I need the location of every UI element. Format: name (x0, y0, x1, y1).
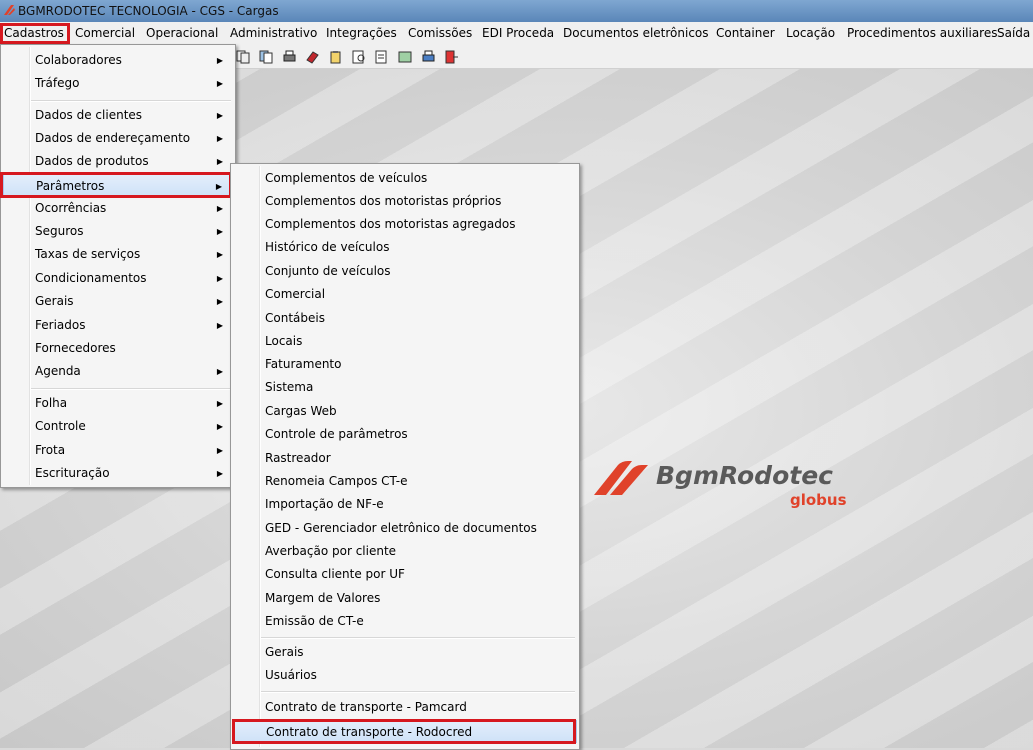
submenu-item-contabeis[interactable]: Contábeis (233, 307, 577, 330)
menu-item-fornecedores[interactable]: Fornecedores (3, 337, 233, 360)
submenu-arrow-icon: ▶ (216, 274, 223, 283)
submenu-arrow-icon: ▶ (216, 422, 223, 431)
submenu-arrow-icon: ▶ (216, 56, 223, 65)
submenu-item-consulta-cliente-uf[interactable]: Consulta cliente por UF (233, 563, 577, 586)
cadastros-menu: Colaboradores ▶ Tráfego ▶ Dados de cliente… (0, 44, 236, 488)
menu-cadastros[interactable]: Cadastros (4, 25, 64, 41)
menu-item-parametros[interactable]: Parâmetros ▶ (3, 174, 233, 197)
menu-item-gerais[interactable]: Gerais ▶ (3, 290, 233, 313)
menu-item-frota[interactable]: Frota ▶ (3, 439, 233, 462)
pages-icon[interactable] (259, 50, 274, 64)
eraser-icon[interactable] (305, 50, 320, 64)
bgmrodotec-logo: BgmRodotec globus (592, 459, 847, 509)
menu-separator (31, 388, 231, 390)
logo-swoosh-icon (594, 461, 648, 495)
menu-comissoes[interactable]: Comissões (408, 25, 472, 41)
submenu-item-margem-valores[interactable]: Margem de Valores (233, 587, 577, 610)
menu-item-seguros[interactable]: Seguros ▶ (3, 220, 233, 243)
printer-blue-icon[interactable] (421, 50, 436, 64)
submenu-item-contrato-rodocred[interactable]: Contrato de transporte - Rodocred (233, 720, 577, 743)
menu-item-controle[interactable]: Controle ▶ (3, 415, 233, 438)
menu-integracoes[interactable]: Integrações (326, 25, 397, 41)
exit-icon[interactable] (444, 50, 459, 64)
copy-icon[interactable] (236, 50, 251, 64)
menu-edi-proceda[interactable]: EDI Proceda (482, 25, 554, 41)
submenu-item-comercial[interactable]: Comercial (233, 283, 577, 306)
menu-bar: Cadastros Comercial Operacional Administ… (0, 22, 1033, 45)
submenu-arrow-icon: ▶ (216, 297, 223, 306)
submenu-item-locais[interactable]: Locais (233, 330, 577, 353)
menu-item-condicionamentos[interactable]: Condicionamentos ▶ (3, 267, 233, 290)
menu-procedimentos-auxiliares[interactable]: Procedimentos auxiliares (847, 25, 997, 41)
menu-saida[interactable]: Saída (997, 25, 1030, 41)
menu-separator (261, 637, 575, 639)
submenu-arrow-icon: ▶ (216, 367, 223, 376)
menu-item-ocorrencias[interactable]: Ocorrências ▶ (3, 197, 233, 220)
submenu-arrow-icon: ▶ (216, 469, 223, 478)
submenu-item-contrato-pamcard[interactable]: Contrato de transporte - Pamcard (233, 696, 577, 719)
menu-item-folha[interactable]: Folha ▶ (3, 392, 233, 415)
menu-item-dados-clientes[interactable]: Dados de clientes ▶ (3, 104, 233, 127)
submenu-arrow-icon: ▶ (216, 79, 223, 88)
image-icon[interactable] (398, 50, 413, 64)
submenu-item-faturamento[interactable]: Faturamento (233, 353, 577, 376)
menu-item-escrituracao[interactable]: Escrituração ▶ (3, 462, 233, 485)
submenu-arrow-icon: ▶ (216, 446, 223, 455)
submenu-arrow-icon: ▶ (215, 182, 222, 191)
submenu-arrow-icon: ▶ (216, 204, 223, 213)
menu-administrativo[interactable]: Administrativo (230, 25, 317, 41)
parametros-submenu: Complementos de veículos Complementos do… (230, 163, 580, 750)
preview-icon[interactable] (352, 50, 367, 64)
menu-item-trafego[interactable]: Tráfego ▶ (3, 72, 233, 95)
submenu-item-complementos-veiculos[interactable]: Complementos de veículos (233, 167, 577, 190)
menu-item-dados-produtos[interactable]: Dados de produtos ▶ (3, 150, 233, 173)
menu-separator (261, 691, 575, 693)
logo-brand-text: BgmRodotec (656, 461, 833, 490)
submenu-item-renomeia-campos[interactable]: Renomeia Campos CT-e (233, 470, 577, 493)
submenu-item-usuarios[interactable]: Usuários (233, 664, 577, 687)
submenu-item-controle-parametros[interactable]: Controle de parâmetros (233, 423, 577, 446)
submenu-item-averbacao-cliente[interactable]: Averbação por cliente (233, 540, 577, 563)
submenu-item-motoristas-agregados[interactable]: Complementos dos motoristas agregados (233, 213, 577, 236)
submenu-item-gerais[interactable]: Gerais (233, 641, 577, 664)
title-bar: BGMRODOTEC TECNOLOGIA - CGS - Cargas (0, 0, 1033, 22)
logo-sub-text: globus (790, 491, 847, 509)
submenu-item-ged[interactable]: GED - Gerenciador eletrônico de document… (233, 517, 577, 540)
menu-comercial[interactable]: Comercial (75, 25, 135, 41)
submenu-arrow-icon: ▶ (216, 157, 223, 166)
menu-documentos-eletronicos[interactable]: Documentos eletrônicos (563, 25, 709, 41)
submenu-item-conjunto-veiculos[interactable]: Conjunto de veículos (233, 260, 577, 283)
app-logo-icon (4, 5, 15, 15)
submenu-item-emissao-cte[interactable]: Emissão de CT-e (233, 610, 577, 633)
menu-separator (31, 100, 231, 102)
menu-item-dados-enderecamento[interactable]: Dados de endereçamento ▶ (3, 127, 233, 150)
report-icon[interactable] (375, 50, 390, 64)
submenu-item-rastreador[interactable]: Rastreador (233, 447, 577, 470)
submenu-item-cargas-web[interactable]: Cargas Web (233, 400, 577, 423)
submenu-item-sistema[interactable]: Sistema (233, 376, 577, 399)
submenu-arrow-icon: ▶ (216, 250, 223, 259)
menu-locacao[interactable]: Locação (786, 25, 835, 41)
menu-item-feriados[interactable]: Feriados ▶ (3, 314, 233, 337)
submenu-arrow-icon: ▶ (216, 321, 223, 330)
menu-item-agenda[interactable]: Agenda ▶ (3, 360, 233, 383)
clipboard-icon[interactable] (328, 50, 343, 64)
menu-container[interactable]: Container (716, 25, 775, 41)
window-title: BGMRODOTEC TECNOLOGIA - CGS - Cargas (18, 4, 279, 18)
submenu-arrow-icon: ▶ (216, 227, 223, 236)
menu-item-taxas-servicos[interactable]: Taxas de serviços ▶ (3, 243, 233, 266)
menu-operacional[interactable]: Operacional (146, 25, 218, 41)
submenu-arrow-icon: ▶ (216, 134, 223, 143)
submenu-item-importacao-nfe[interactable]: Importação de NF-e (233, 493, 577, 516)
print-icon[interactable] (282, 50, 297, 64)
submenu-arrow-icon: ▶ (216, 399, 223, 408)
submenu-arrow-icon: ▶ (216, 111, 223, 120)
submenu-item-motoristas-proprios[interactable]: Complementos dos motoristas próprios (233, 190, 577, 213)
menu-item-colaboradores[interactable]: Colaboradores ▶ (3, 49, 233, 72)
submenu-item-historico-veiculos[interactable]: Histórico de veículos (233, 236, 577, 259)
